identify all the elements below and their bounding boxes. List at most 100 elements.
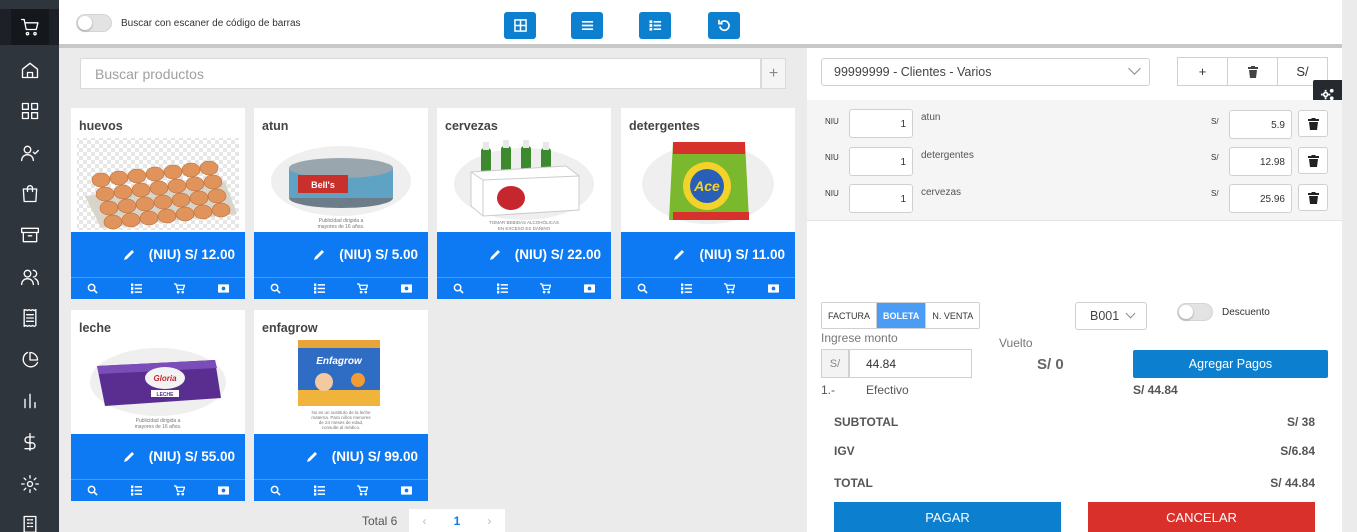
line-price-input[interactable]: 12.98 bbox=[1229, 147, 1292, 176]
delete-client-button[interactable] bbox=[1227, 57, 1278, 86]
subtotal-label: SUBTOTAL bbox=[834, 415, 899, 429]
sidebar-item-home[interactable] bbox=[0, 52, 59, 88]
product-card-enfagrow[interactable]: enfagrow Enfagrow No es un sustituto de … bbox=[254, 310, 428, 501]
add-to-cart-icon[interactable] bbox=[356, 484, 370, 498]
search-icon[interactable] bbox=[86, 282, 100, 296]
product-card-huevos[interactable]: huevos (NIU) S/ 12.00 bbox=[71, 108, 245, 299]
product-name: cervezas bbox=[445, 119, 498, 133]
barcode-scanner-label: Buscar con escaner de código de barras bbox=[121, 18, 301, 29]
discount-toggle[interactable] bbox=[1177, 303, 1213, 321]
search-icon[interactable] bbox=[86, 484, 100, 498]
sidebar-item-statistics[interactable] bbox=[0, 383, 59, 419]
tab-factura[interactable]: FACTURA bbox=[822, 303, 878, 328]
product-price-bar: (NIU) S/ 55.00 bbox=[71, 434, 245, 479]
tab-boleta[interactable]: BOLETA bbox=[877, 303, 927, 328]
search-icon[interactable] bbox=[269, 282, 283, 296]
delete-line-button[interactable] bbox=[1298, 147, 1328, 174]
line-unit: NIU bbox=[825, 189, 839, 198]
sidebar-item-clients[interactable] bbox=[0, 135, 59, 171]
cash-icon[interactable] bbox=[216, 484, 230, 498]
edit-price-icon[interactable] bbox=[673, 249, 685, 261]
product-card-leche[interactable]: leche Gloria LECHE Publicidad dirigida a… bbox=[71, 310, 245, 501]
sidebar-item-company[interactable] bbox=[0, 506, 59, 532]
page-number[interactable]: 1 bbox=[454, 514, 461, 528]
product-price: (NIU) S/ 12.00 bbox=[148, 247, 235, 262]
cash-icon[interactable] bbox=[216, 282, 230, 296]
product-name: huevos bbox=[79, 119, 123, 133]
line-price-input[interactable]: 5.9 bbox=[1229, 110, 1292, 139]
add-payments-button[interactable]: Agregar Pagos bbox=[1133, 350, 1328, 378]
cash-icon[interactable] bbox=[582, 282, 596, 296]
search-icon[interactable] bbox=[636, 282, 650, 296]
list-view-button[interactable] bbox=[571, 12, 603, 39]
product-card-atun[interactable]: atun Bell's Publicidad dirigida a mayore… bbox=[254, 108, 428, 299]
list-icon[interactable] bbox=[129, 282, 143, 296]
edit-price-icon[interactable] bbox=[306, 451, 318, 463]
product-card-cervezas[interactable]: cervezas TOMAR BEBIDAS ALCOHÓLICAS EN EX… bbox=[437, 108, 611, 299]
cash-icon[interactable] bbox=[766, 282, 780, 296]
detail-list-button[interactable] bbox=[639, 12, 671, 39]
add-to-cart-icon[interactable] bbox=[723, 282, 737, 296]
add-to-cart-icon[interactable] bbox=[356, 282, 370, 296]
next-page-button[interactable]: › bbox=[487, 514, 491, 528]
add-to-cart-icon[interactable] bbox=[539, 282, 553, 296]
client-select[interactable]: 99999999 - Clientes - Varios bbox=[821, 58, 1150, 86]
edit-price-icon[interactable] bbox=[123, 451, 135, 463]
product-price-bar: (NIU) S/ 11.00 bbox=[621, 232, 795, 277]
search-icon[interactable] bbox=[452, 282, 466, 296]
edit-price-icon[interactable] bbox=[123, 249, 135, 261]
refresh-button[interactable] bbox=[708, 12, 740, 39]
product-actions bbox=[254, 277, 428, 299]
cash-icon[interactable] bbox=[399, 282, 413, 296]
grid-view-button[interactable] bbox=[504, 12, 536, 39]
sidebar-item-settings[interactable] bbox=[0, 466, 59, 502]
cash-icon[interactable] bbox=[399, 484, 413, 498]
delete-line-button[interactable] bbox=[1298, 110, 1328, 137]
delete-line-button[interactable] bbox=[1298, 184, 1328, 211]
line-price-input[interactable]: 25.96 bbox=[1229, 184, 1292, 213]
product-card-detergentes[interactable]: detergentes Ace (NIU) S/ 11.00 bbox=[621, 108, 795, 299]
add-product-button[interactable]: + bbox=[761, 58, 786, 89]
product-actions bbox=[71, 479, 245, 501]
sidebar-item-purchases[interactable] bbox=[0, 176, 59, 212]
add-client-button[interactable]: + bbox=[1177, 57, 1228, 86]
sidebar-item-dashboard[interactable] bbox=[0, 93, 59, 129]
line-product-name: detergentes bbox=[921, 150, 974, 161]
edit-price-icon[interactable] bbox=[313, 249, 325, 261]
subtotal-value: S/ 38 bbox=[1286, 415, 1315, 429]
sidebar-item-users[interactable] bbox=[0, 259, 59, 295]
sidebar-item-pos[interactable] bbox=[0, 9, 59, 45]
pie-chart-icon bbox=[22, 351, 38, 368]
product-name: atun bbox=[262, 119, 289, 133]
list-icon[interactable] bbox=[312, 282, 326, 296]
add-to-cart-icon[interactable] bbox=[173, 484, 187, 498]
list-icon[interactable] bbox=[495, 282, 509, 296]
barcode-scanner-toggle[interactable] bbox=[76, 14, 112, 32]
add-to-cart-icon[interactable] bbox=[173, 282, 187, 296]
line-quantity-input[interactable]: 1 bbox=[849, 184, 913, 213]
sidebar-item-reports[interactable] bbox=[0, 342, 59, 378]
list-icon[interactable] bbox=[312, 484, 326, 498]
trash-icon bbox=[1247, 65, 1258, 78]
amount-input[interactable]: 44.84 bbox=[849, 349, 972, 378]
sidebar-item-receipts[interactable] bbox=[0, 300, 59, 336]
cancel-button[interactable]: CANCELAR bbox=[1088, 502, 1315, 532]
product-price: (NIU) S/ 5.00 bbox=[339, 247, 418, 262]
product-image-eggs bbox=[75, 136, 241, 232]
product-price: (NIU) S/ 22.00 bbox=[514, 247, 601, 262]
line-quantity-input[interactable]: 1 bbox=[849, 109, 913, 138]
list-icon[interactable] bbox=[679, 282, 693, 296]
product-search-input[interactable] bbox=[80, 58, 761, 89]
sidebar-item-inventory[interactable] bbox=[0, 217, 59, 253]
prev-page-button[interactable]: ‹ bbox=[423, 514, 427, 528]
pay-button[interactable]: PAGAR bbox=[834, 502, 1061, 532]
igv-label: IGV bbox=[834, 444, 855, 458]
svg-text:mayores de 16 años.: mayores de 16 años. bbox=[318, 224, 365, 230]
series-select[interactable]: B001 bbox=[1075, 302, 1147, 330]
list-icon[interactable] bbox=[129, 484, 143, 498]
search-icon[interactable] bbox=[269, 484, 283, 498]
line-quantity-input[interactable]: 1 bbox=[849, 147, 913, 176]
edit-price-icon[interactable] bbox=[489, 249, 501, 261]
sidebar-item-finance[interactable] bbox=[0, 424, 59, 460]
tab-nota-venta[interactable]: N. VENTA bbox=[926, 303, 980, 328]
